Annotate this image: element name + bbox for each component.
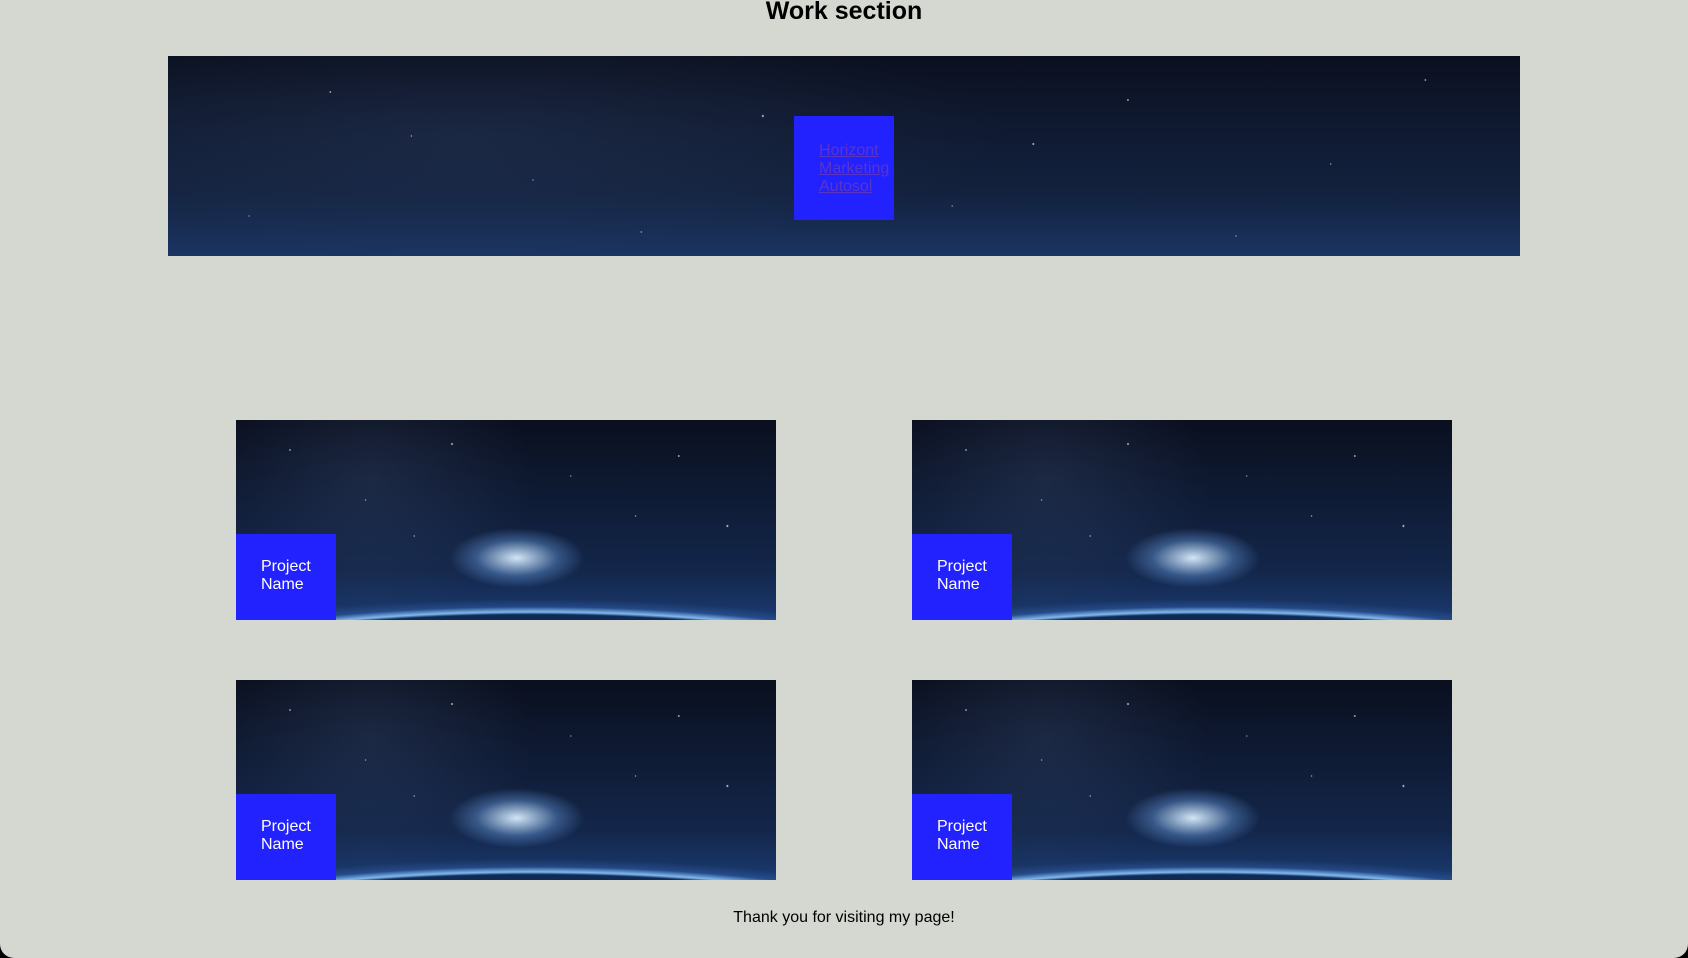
footer-text: Thank you for visiting my page! [733, 909, 955, 926]
project-name-label: Project Name [236, 534, 336, 620]
project-name-label: Project Name [236, 794, 336, 880]
nav-link-horizont[interactable]: Horizont [819, 142, 894, 160]
page-title: Work section [765, 0, 923, 25]
project-card[interactable]: Project Name [912, 420, 1452, 620]
nav-link-marketing[interactable]: Marketing [819, 160, 894, 178]
project-card[interactable]: Project Name [912, 680, 1452, 880]
project-card[interactable]: Project Name [236, 420, 776, 620]
nav-menu: Horizont Marketing Autosol [794, 116, 894, 220]
nav-link-autosol[interactable]: Autosol [819, 178, 894, 196]
page: Work section Horizont Marketing Autosol … [0, 0, 1688, 958]
project-name-label: Project Name [912, 534, 1012, 620]
project-card[interactable]: Project Name [236, 680, 776, 880]
project-name-label: Project Name [912, 794, 1012, 880]
